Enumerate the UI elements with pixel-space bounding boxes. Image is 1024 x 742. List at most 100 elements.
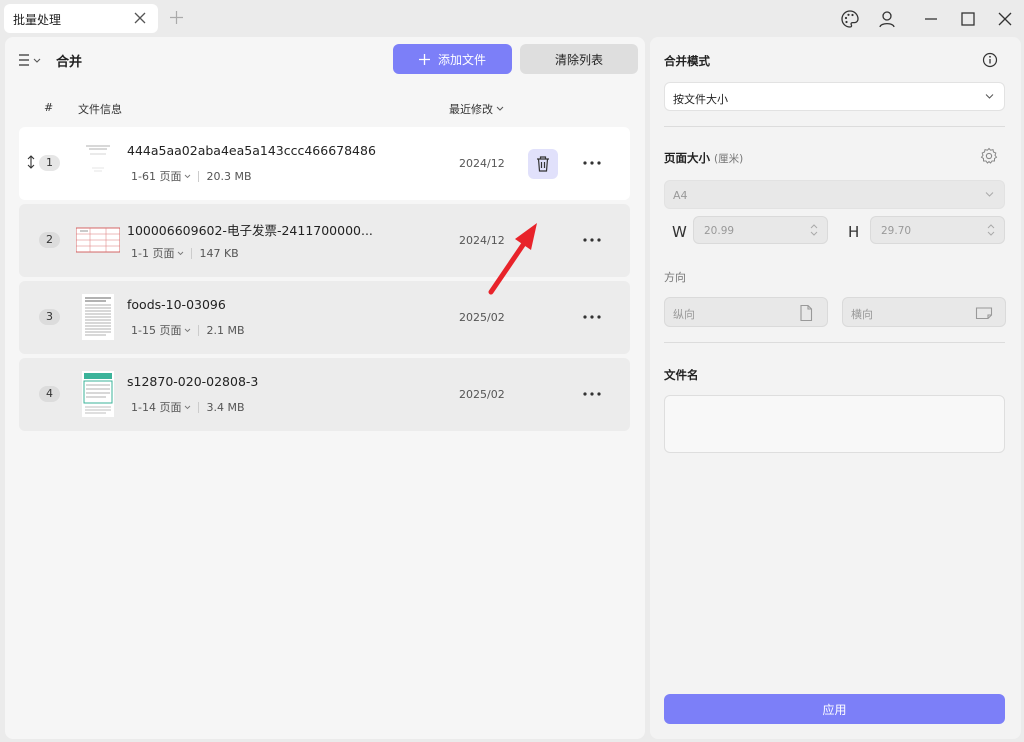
settings-panel: 合并模式 按文件大小 页面大小 (厘米) A4 W 20.99 H 29.70 … [650,37,1021,739]
portrait-option[interactable]: 纵向 [664,297,828,327]
portrait-label: 纵向 [673,308,695,321]
file-meta: 1-14 页面 3.4 MB [131,399,245,415]
page-size-unit: (厘米) [714,153,744,165]
column-modified-label: 最近修改 [449,103,493,116]
minimize-icon[interactable] [921,9,941,29]
file-row[interactable]: 4 s12870-020-02808-3 1-14 页面 3.4 MB 2025… [19,358,630,431]
more-options-icon[interactable] [581,230,603,250]
width-label: W [672,223,687,241]
close-window-icon[interactable] [995,9,1015,29]
gear-icon[interactable] [980,147,998,165]
width-input[interactable]: 20.99 [693,216,828,244]
merge-mode-select[interactable]: 按文件大小 [664,82,1005,111]
file-meta: 1-15 页面 2.1 MB [131,322,245,338]
apply-label: 应用 [822,702,847,717]
page-title: 合并 [56,55,83,70]
modified-date: 2024/12 [459,157,505,170]
page-size-select[interactable]: A4 [664,180,1005,209]
delete-button[interactable] [528,149,558,179]
add-tab-icon[interactable] [170,11,183,24]
chevron-down-icon [178,251,184,255]
file-thumbnail [82,371,114,417]
file-meta: 1-61 页面 20.3 MB [131,168,252,184]
add-file-label: 添加文件 [437,52,486,67]
stepper-icon[interactable] [810,223,818,237]
page-range: 1-14 页面 [131,401,182,414]
modified-date: 2025/02 [459,311,505,324]
height-value: 29.70 [881,225,912,237]
file-thumbnail [82,140,114,186]
palette-icon[interactable] [840,9,860,29]
file-name: foods-10-03096 [127,297,226,312]
trash-icon [537,156,549,172]
height-input[interactable]: 29.70 [870,216,1005,244]
height-label: H [848,223,860,241]
file-name: 100006609602-电子发票-2411700000... [127,223,373,238]
file-thumbnail [76,227,120,253]
file-size: 147 KB [199,246,239,260]
chevron-down-icon [496,106,504,111]
file-index: 4 [39,386,60,402]
close-icon[interactable] [133,11,147,25]
orientation-label: 方向 [664,271,686,284]
column-modified-sort[interactable]: 最近修改 [449,101,504,117]
filename-label: 文件名 [664,368,699,382]
page-range: 1-61 页面 [131,170,182,183]
page-range-select[interactable]: 1-15 页面 [131,322,191,338]
filename-field[interactable] [664,395,1005,453]
tab-title: 批量处理 [13,13,62,27]
page-size-label: 页面大小 [664,151,710,165]
portrait-page-icon [800,304,813,322]
apply-button[interactable]: 应用 [664,694,1005,724]
more-options-icon[interactable] [581,153,603,173]
annotation-arrow [488,223,537,295]
column-file-info: 文件信息 [78,103,122,116]
chevron-down-icon [185,405,191,409]
file-name: s12870-020-02808-3 [127,374,259,389]
modified-date: 2025/02 [459,388,505,401]
file-row[interactable]: 1 444a5aa02aba4ea5a143ccc466678486 1-61 … [19,127,630,200]
page-size-label-group: 页面大小 (厘米) [664,150,743,166]
landscape-label: 横向 [851,308,873,321]
stepper-icon[interactable] [987,223,995,237]
maximize-icon[interactable] [958,9,978,29]
divider [664,342,1005,343]
title-bar: 批量处理 [0,0,1024,37]
divider [664,126,1005,127]
clear-list-label: 清除列表 [554,52,603,67]
page-size-value: A4 [673,189,688,202]
file-index: 2 [39,232,60,248]
plus-icon [418,53,430,65]
width-value: 20.99 [704,225,735,237]
user-icon[interactable] [877,9,897,29]
clear-list-button[interactable]: 清除列表 [520,44,638,74]
file-index: 1 [39,155,60,171]
file-size: 3.4 MB [206,400,245,414]
page-range: 1-15 页面 [131,324,182,337]
page-range-select[interactable]: 1-14 页面 [131,399,191,415]
more-options-icon[interactable] [581,384,603,404]
merge-mode-label: 合并模式 [664,54,710,68]
tab-batch-process[interactable]: 批量处理 [4,4,158,33]
add-file-button[interactable]: 添加文件 [393,44,512,74]
landscape-option[interactable]: 横向 [842,297,1006,327]
menu-icon[interactable] [18,53,44,67]
chevron-down-icon [985,192,994,197]
file-list-panel: 合并 添加文件 清除列表 # 文件信息 最近修改 1 444a5aa02aba4… [5,37,645,739]
page-range: 1-1 页面 [131,247,175,260]
column-index: # [44,101,54,114]
chevron-down-icon [985,94,994,99]
file-thumbnail [82,294,114,340]
file-name: 444a5aa02aba4ea5a143ccc466678486 [127,143,376,158]
file-size: 20.3 MB [206,169,252,183]
drag-handle-icon[interactable] [27,155,35,169]
file-index: 3 [39,309,60,325]
more-options-icon[interactable] [581,307,603,327]
page-range-select[interactable]: 1-1 页面 [131,245,184,261]
file-meta: 1-1 页面 147 KB [131,245,239,261]
chevron-down-icon [185,174,191,178]
info-icon[interactable] [982,52,998,68]
chevron-down-icon [185,328,191,332]
page-range-select[interactable]: 1-61 页面 [131,168,191,184]
landscape-page-icon [975,307,993,320]
